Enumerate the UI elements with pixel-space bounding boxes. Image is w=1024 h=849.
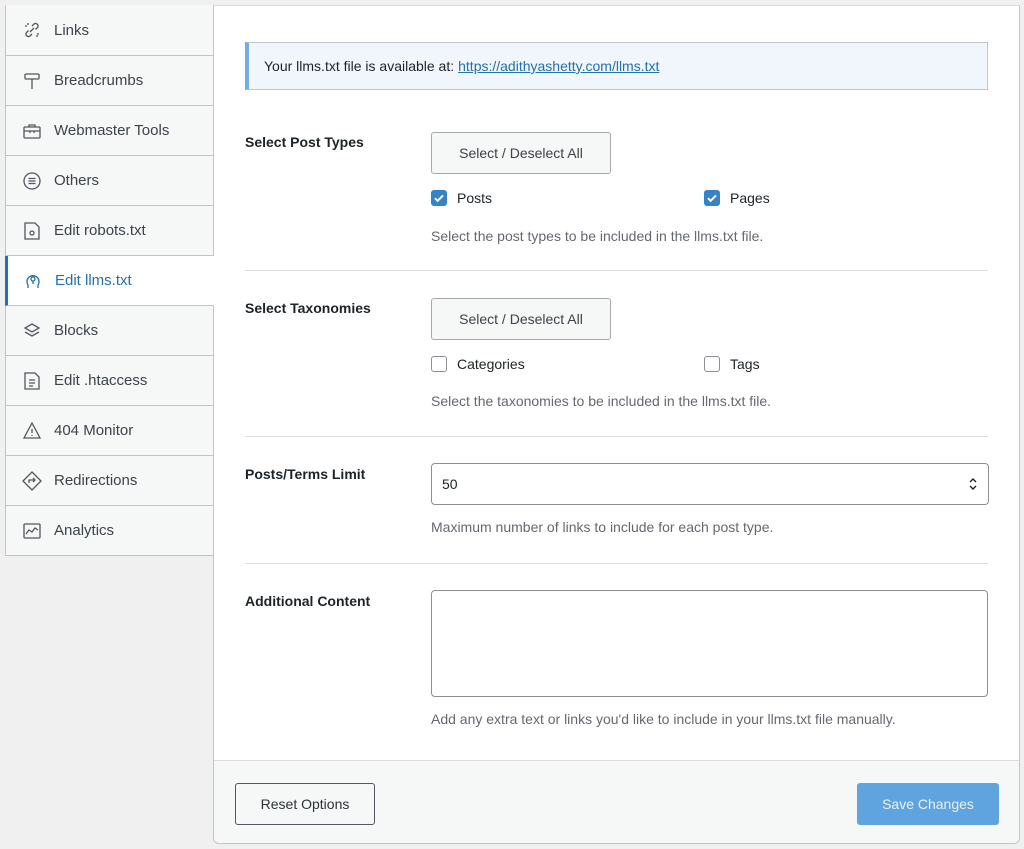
sidebar-item-blocks[interactable]: Blocks [6, 306, 213, 356]
checkbox-pages[interactable]: Pages [704, 190, 770, 206]
checkbox-checked-icon[interactable] [431, 190, 447, 206]
settings-panel: Your llms.txt file is available at: http… [213, 5, 1020, 844]
reset-options-button[interactable]: Reset Options [235, 783, 375, 825]
list-circle-icon [22, 171, 42, 191]
file-lines-icon [22, 371, 42, 391]
sidebar-item-others[interactable]: Others [6, 156, 213, 206]
sidebar-item-edit-llms[interactable]: Edit llms.txt [5, 256, 214, 306]
additional-content-description: Add any extra text or links you'd like t… [431, 711, 896, 727]
checkbox-label: Categories [457, 356, 525, 372]
post-types-description: Select the post types to be included in … [431, 228, 764, 244]
info-notice: Your llms.txt file is available at: http… [245, 42, 988, 90]
sidebar-item-redirections[interactable]: Redirections [6, 456, 213, 506]
sidebar-item-label: Breadcrumbs [54, 72, 144, 89]
limit-number-input[interactable]: 50 [431, 463, 989, 505]
toolbox-icon [22, 121, 42, 141]
sidebar-item-label: Webmaster Tools [54, 122, 170, 139]
taxonomies-description: Select the taxonomies to be included in … [431, 393, 772, 409]
notice-text: Your llms.txt file is available at: [264, 58, 455, 74]
sidebar-item-404-monitor[interactable]: 404 Monitor [6, 406, 213, 456]
sidebar-item-label: Redirections [54, 472, 138, 489]
sidebar-item-label: Analytics [54, 522, 115, 539]
checkbox-categories[interactable]: Categories [431, 356, 525, 372]
section-divider [245, 563, 988, 564]
checkbox-posts[interactable]: Posts [431, 190, 492, 206]
sidebar-item-label: 404 Monitor [54, 422, 134, 439]
taxonomies-label: Select Taxonomies [245, 300, 371, 316]
sidebar-item-label: Edit llms.txt [55, 272, 132, 289]
sidebar-item-label: Others [54, 172, 100, 189]
chart-icon [22, 521, 42, 541]
sidebar-item-analytics[interactable]: Analytics [6, 506, 213, 556]
post-types-select-all-button[interactable]: Select / Deselect All [431, 132, 611, 174]
additional-content-label: Additional Content [245, 593, 371, 609]
sidebar-item-label: Edit robots.txt [54, 222, 146, 239]
settings-sidebar: Links Breadcrumbs Webmaster Tools Others… [5, 5, 214, 556]
sidebar-item-edit-htaccess[interactable]: Edit .htaccess [6, 356, 213, 406]
ai-head-icon [23, 271, 43, 291]
checkbox-unchecked-icon[interactable] [431, 356, 447, 372]
save-changes-button[interactable]: Save Changes [857, 783, 999, 825]
checkbox-tags[interactable]: Tags [704, 356, 760, 372]
sidebar-item-breadcrumbs[interactable]: Breadcrumbs [6, 56, 213, 106]
checkbox-label: Tags [730, 356, 760, 372]
panel-footer: Reset Options Save Changes [214, 760, 1019, 843]
checkbox-label: Pages [730, 190, 770, 206]
spinner-arrows-icon[interactable] [968, 476, 978, 495]
additional-content-textarea[interactable] [431, 590, 988, 697]
section-divider [245, 436, 988, 437]
sidebar-item-label: Links [54, 21, 90, 39]
taxonomies-select-all-button[interactable]: Select / Deselect All [431, 298, 611, 340]
limit-description: Maximum number of links to include for e… [431, 519, 774, 535]
sidebar-item-label: Blocks [54, 322, 99, 339]
section-divider [245, 270, 988, 271]
sidebar-item-webmaster-tools[interactable]: Webmaster Tools [6, 106, 213, 156]
signpost-icon [22, 71, 42, 91]
limit-label: Posts/Terms Limit [245, 466, 366, 482]
llms-file-link[interactable]: https://adithyashetty.com/llms.txt [458, 58, 659, 74]
post-types-label: Select Post Types [245, 134, 364, 150]
sidebar-item-links[interactable]: Links [6, 5, 213, 56]
robot-file-icon [22, 221, 42, 241]
blocks-icon [22, 321, 42, 341]
warning-icon [22, 421, 42, 441]
redirect-icon [22, 470, 42, 491]
checkbox-label: Posts [457, 190, 493, 206]
links-icon [22, 20, 42, 40]
checkbox-checked-icon[interactable] [704, 190, 720, 206]
limit-value: 50 [442, 476, 458, 492]
sidebar-item-edit-robots[interactable]: Edit robots.txt [6, 206, 213, 256]
sidebar-item-label: Edit .htaccess [54, 372, 148, 389]
checkbox-unchecked-icon[interactable] [704, 356, 720, 372]
